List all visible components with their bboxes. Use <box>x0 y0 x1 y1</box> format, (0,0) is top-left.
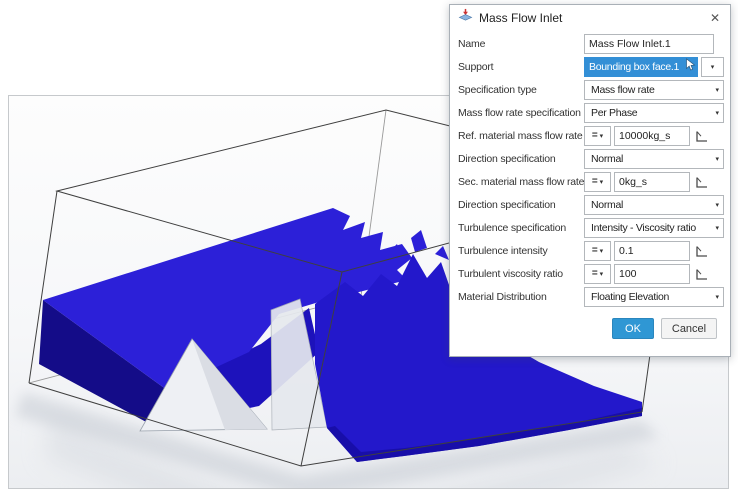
field-row-sec-mass-flow-rate: Sec. material mass flow rate = ▾ <box>458 172 724 192</box>
dialog-titlebar[interactable]: Mass Flow Inlet ✕ <box>450 5 730 30</box>
mass-flow-rate-specification-dropdown[interactable]: Per Phase ▾ <box>584 103 724 123</box>
direction-specification-label: Direction specification <box>458 199 584 211</box>
field-row-specification-type: Specification type Mass flow rate ▾ <box>458 80 724 100</box>
sec-mass-flow-rate-input[interactable] <box>614 172 690 192</box>
support-value: Bounding box face.1 <box>589 61 685 73</box>
turbulence-specification-dropdown[interactable]: Intensity - Viscosity ratio ▾ <box>584 218 724 238</box>
dialog-body: Name Support Bounding box face.1 ▾ <box>450 30 730 339</box>
support-label: Support <box>458 61 584 73</box>
chevron-down-icon: ▾ <box>715 156 719 163</box>
chevron-down-icon: ▾ <box>600 248 604 255</box>
value-type-dropdown[interactable]: = ▾ <box>584 241 611 261</box>
measure-icon[interactable] <box>695 176 708 189</box>
ref-mass-flow-rate-label: Ref. material mass flow rate <box>458 130 584 142</box>
field-row-direction-specification-1: Direction specification Normal ▾ <box>458 149 724 169</box>
turbulence-intensity-input[interactable] <box>614 241 690 261</box>
close-icon[interactable]: ✕ <box>706 9 724 27</box>
chevron-down-icon: ▾ <box>711 64 715 71</box>
mass-flow-inlet-dialog: Mass Flow Inlet ✕ Name Support Bounding … <box>449 4 731 357</box>
name-input[interactable] <box>584 34 714 54</box>
chevron-down-icon: ▾ <box>715 225 719 232</box>
field-row-turbulence-specification: Turbulence specification Intensity - Vis… <box>458 218 724 238</box>
value-type-dropdown[interactable]: = ▾ <box>584 126 611 146</box>
direction-specification-dropdown[interactable]: Normal ▾ <box>584 149 724 169</box>
chevron-down-icon: ▾ <box>600 133 604 140</box>
mass-flow-inlet-icon <box>458 8 473 28</box>
ok-button[interactable]: OK <box>612 318 654 339</box>
field-row-material-distribution: Material Distribution Floating Elevation… <box>458 287 724 307</box>
field-row-ref-mass-flow-rate: Ref. material mass flow rate = ▾ <box>458 126 724 146</box>
field-row-support: Support Bounding box face.1 ▾ <box>458 57 724 77</box>
cursor-icon <box>685 58 696 76</box>
turbulent-viscosity-ratio-label: Turbulent viscosity ratio <box>458 268 584 280</box>
material-distribution-label: Material Distribution <box>458 291 584 303</box>
chevron-down-icon: ▾ <box>715 110 719 117</box>
sec-mass-flow-rate-label: Sec. material mass flow rate <box>458 176 584 188</box>
chevron-down-icon: ▾ <box>715 202 719 209</box>
name-label: Name <box>458 38 584 50</box>
turbulence-intensity-label: Turbulence intensity <box>458 245 584 257</box>
mass-flow-rate-specification-label: Mass flow rate specification <box>458 107 584 119</box>
field-row-direction-specification-2: Direction specification Normal ▾ <box>458 195 724 215</box>
cancel-button[interactable]: Cancel <box>661 318 717 339</box>
material-distribution-dropdown[interactable]: Floating Elevation ▾ <box>584 287 724 307</box>
field-row-turbulent-viscosity-ratio: Turbulent viscosity ratio = ▾ <box>458 264 724 284</box>
specification-type-dropdown[interactable]: Mass flow rate ▾ <box>584 80 724 100</box>
ref-mass-flow-rate-input[interactable] <box>614 126 690 146</box>
direction-specification-2-dropdown[interactable]: Normal ▾ <box>584 195 724 215</box>
measure-icon[interactable] <box>695 245 708 258</box>
value-type-dropdown[interactable]: = ▾ <box>584 264 611 284</box>
field-row-name: Name <box>458 34 724 54</box>
dialog-buttons: OK Cancel <box>458 310 724 339</box>
support-picker-dropdown[interactable]: ▾ <box>701 57 724 77</box>
direction-specification-label: Direction specification <box>458 153 584 165</box>
dialog-title: Mass Flow Inlet <box>479 11 562 25</box>
specification-type-label: Specification type <box>458 84 584 96</box>
measure-icon[interactable] <box>695 130 708 143</box>
turbulence-specification-label: Turbulence specification <box>458 222 584 234</box>
chevron-down-icon: ▾ <box>715 87 719 94</box>
turbulent-viscosity-ratio-input[interactable] <box>614 264 690 284</box>
field-row-turbulence-intensity: Turbulence intensity = ▾ <box>458 241 724 261</box>
value-type-dropdown[interactable]: = ▾ <box>584 172 611 192</box>
measure-icon[interactable] <box>695 268 708 281</box>
field-row-mass-flow-rate-specification: Mass flow rate specification Per Phase ▾ <box>458 103 724 123</box>
chevron-down-icon: ▾ <box>600 179 604 186</box>
chevron-down-icon: ▾ <box>600 271 604 278</box>
chevron-down-icon: ▾ <box>715 294 719 301</box>
support-field[interactable]: Bounding box face.1 <box>584 57 698 77</box>
